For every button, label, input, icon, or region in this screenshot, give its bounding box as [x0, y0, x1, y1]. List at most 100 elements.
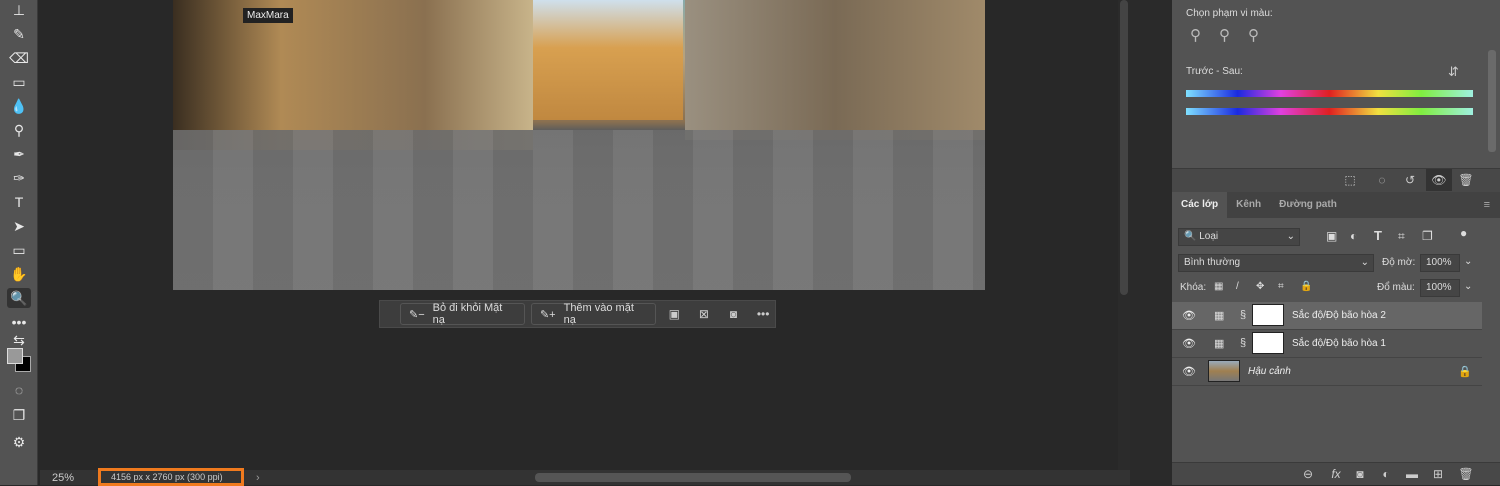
- reset-icon[interactable]: ↺: [1400, 173, 1420, 187]
- type-icon[interactable]: T: [7, 192, 31, 212]
- document-image[interactable]: MaxMara: [173, 0, 985, 290]
- hue-saturation-adjustment-icon: ▦: [1214, 338, 1225, 350]
- eyedropper-plus-icon[interactable]: ⚲: [1219, 26, 1230, 44]
- dodge-icon[interactable]: ⚲: [7, 120, 31, 140]
- filter-value: Loại: [1199, 231, 1219, 242]
- blend-mode-select[interactable]: Bình thường ⌄: [1178, 254, 1374, 272]
- document-info[interactable]: 4156 px x 2760 px (300 ppi): [98, 467, 244, 486]
- status-bar: 25% 4156 px x 2760 px (300 ppi) ›: [40, 467, 1130, 486]
- lock-transparent-icon[interactable]: ▦: [1214, 281, 1223, 292]
- layer-row[interactable]: 👁 Hậu cảnh 🔒: [1172, 358, 1482, 386]
- fill-input[interactable]: 100%: [1420, 279, 1460, 297]
- blur-icon[interactable]: 💧: [7, 96, 31, 116]
- right-panel: Chọn phạm vi màu: ⚲ ⚲ ⚲ Trước - Sau: ⇵ ⬚…: [1172, 0, 1500, 485]
- filter-shape-icon[interactable]: ⌗: [1398, 229, 1405, 244]
- colorize-toggle-icon[interactable]: ⇵: [1448, 64, 1459, 80]
- before-hue-bar: [1186, 90, 1473, 97]
- delete-adjustment-icon[interactable]: 🗑: [1456, 173, 1476, 187]
- link-layers-icon[interactable]: ⊖: [1298, 467, 1318, 481]
- layer-mask-thumbnail[interactable]: [1252, 332, 1284, 354]
- chain-link-icon[interactable]: §: [1240, 337, 1246, 349]
- screen-mode-icon[interactable]: ❐: [7, 405, 31, 425]
- clip-to-layer-icon[interactable]: ⬚: [1340, 173, 1360, 187]
- vertical-scrollbar[interactable]: [1118, 0, 1130, 470]
- blend-mode-value: Bình thường: [1184, 257, 1241, 268]
- pen-tool-icon[interactable]: ✑: [7, 168, 31, 188]
- more-tools-icon[interactable]: •••: [7, 312, 31, 332]
- tab-layers[interactable]: Các lớp: [1172, 192, 1228, 218]
- filter-type-icon[interactable]: T: [1374, 228, 1382, 243]
- layer-mask-thumbnail[interactable]: [1252, 304, 1284, 326]
- mask-settings-icon[interactable]: ▣: [662, 307, 686, 321]
- eyedropper-minus-icon[interactable]: ⚲: [1248, 26, 1259, 44]
- properties-scrollbar[interactable]: [1488, 50, 1496, 152]
- disable-mask-icon[interactable]: ⊠: [692, 307, 716, 321]
- eraser-icon[interactable]: ⌫: [7, 48, 31, 68]
- zoom-level[interactable]: 25%: [40, 472, 98, 484]
- tab-channels[interactable]: Kênh: [1227, 192, 1270, 218]
- zoom-icon[interactable]: 🔍: [7, 288, 31, 308]
- new-group-icon[interactable]: ▬: [1402, 467, 1422, 481]
- color-range-label: Chọn phạm vi màu:: [1186, 8, 1273, 19]
- visibility-eye-icon[interactable]: 👁: [1182, 337, 1196, 350]
- fill-label: Đổ màu:: [1377, 282, 1415, 293]
- filter-toggle-icon[interactable]: ●: [1460, 226, 1467, 240]
- tools-panel: ⊥ ✎ ⌫ ▭ 💧 ⚲ ✒ ✑ T ➤ ▭ ✋ 🔍 ••• ⇆ ◌ ❐ ⚙: [0, 0, 38, 485]
- fill-dropdown-icon[interactable]: ⌄: [1464, 281, 1472, 292]
- after-hue-bar[interactable]: [1186, 108, 1473, 115]
- layer-filter-select[interactable]: 🔍 Loại ⌄: [1178, 228, 1300, 246]
- panel-menu-icon[interactable]: ≡: [1484, 192, 1500, 218]
- canvas-area[interactable]: MaxMara: [40, 0, 1130, 470]
- layer-lock-icon: 🔒: [1458, 366, 1472, 378]
- path-select-icon[interactable]: ➤: [7, 216, 31, 236]
- opacity-input[interactable]: 100%: [1420, 254, 1460, 272]
- hue-saturation-adjustment-icon: ▦: [1214, 310, 1225, 322]
- properties-footer: ⬚ ◌ ↺ 👁 🗑: [1172, 168, 1500, 192]
- tab-paths[interactable]: Đường path: [1270, 192, 1346, 218]
- layer-row[interactable]: 👁 ▦ § Sắc độ/Độ bão hòa 1: [1172, 330, 1482, 358]
- visibility-eye-icon[interactable]: 👁: [1182, 309, 1196, 322]
- delete-layer-icon[interactable]: 🗑: [1456, 467, 1476, 481]
- status-arrow-icon[interactable]: ›: [256, 472, 260, 484]
- edit-toolbar-icon[interactable]: ⚙: [7, 432, 31, 452]
- history-brush-icon[interactable]: ✎: [7, 24, 31, 44]
- foreground-color-swatch[interactable]: [7, 348, 31, 372]
- opacity-dropdown-icon[interactable]: ⌄: [1464, 256, 1472, 267]
- layers-footer: ⊖ fx ◙ ◐ ▬ ⊞ 🗑: [1172, 462, 1500, 485]
- chain-link-icon[interactable]: §: [1240, 309, 1246, 321]
- layer-row[interactable]: 👁 ▦ § Sắc độ/Độ bão hòa 2: [1172, 302, 1482, 330]
- visibility-icon[interactable]: 👁: [1426, 169, 1452, 191]
- swap-colors-icon[interactable]: ⇆: [7, 330, 31, 350]
- add-to-mask-button[interactable]: ✎+ Thêm vào mặt nạ: [530, 302, 657, 326]
- rectangle-icon[interactable]: ▭: [7, 240, 31, 260]
- quick-mask-icon[interactable]: ◌: [7, 380, 31, 400]
- lock-position-icon[interactable]: ✥: [1256, 281, 1264, 292]
- stamp-icon[interactable]: ⊥: [7, 0, 31, 20]
- lock-artboard-icon[interactable]: ⌗: [1278, 281, 1284, 292]
- lock-all-icon[interactable]: 🔒: [1300, 281, 1312, 292]
- layer-style-icon[interactable]: fx: [1326, 467, 1346, 481]
- more-options-icon[interactable]: •••: [751, 307, 775, 321]
- mask-options-icon[interactable]: ◙: [722, 307, 746, 321]
- eyedropper-icon[interactable]: ⚲: [1190, 26, 1201, 44]
- brush-plus-icon: ✎+: [539, 308, 556, 321]
- pen-icon[interactable]: ✒: [7, 144, 31, 164]
- filter-pixel-icon[interactable]: ▣: [1326, 229, 1337, 243]
- lock-image-icon[interactable]: /: [1236, 281, 1239, 292]
- gradient-icon[interactable]: ▭: [7, 72, 31, 92]
- subtract-from-mask-button[interactable]: ✎− Bỏ đi khỏi Mặt nạ: [400, 302, 525, 326]
- layer-name: Sắc độ/Độ bão hòa 2: [1292, 310, 1386, 321]
- horizontal-scrollbar[interactable]: [535, 473, 851, 482]
- filter-adjustment-icon[interactable]: ◐: [1350, 229, 1357, 243]
- new-layer-icon[interactable]: ⊞: [1428, 467, 1448, 481]
- contextual-task-bar: ✎− Bỏ đi khỏi Mặt nạ ✎+ Thêm vào mặt nạ ▣ …: [379, 300, 776, 328]
- view-previous-icon[interactable]: ◌: [1372, 173, 1392, 187]
- opacity-label: Độ mờ:: [1382, 257, 1416, 268]
- layer-name: Sắc độ/Độ bão hòa 1: [1292, 338, 1386, 349]
- filter-smart-object-icon[interactable]: ❐: [1422, 229, 1433, 243]
- add-mask-icon[interactable]: ◙: [1350, 467, 1370, 481]
- visibility-eye-icon[interactable]: 👁: [1182, 365, 1196, 378]
- new-adjustment-icon[interactable]: ◐: [1376, 467, 1396, 481]
- hand-icon[interactable]: ✋: [7, 264, 31, 284]
- brush-minus-icon: ✎−: [409, 308, 425, 321]
